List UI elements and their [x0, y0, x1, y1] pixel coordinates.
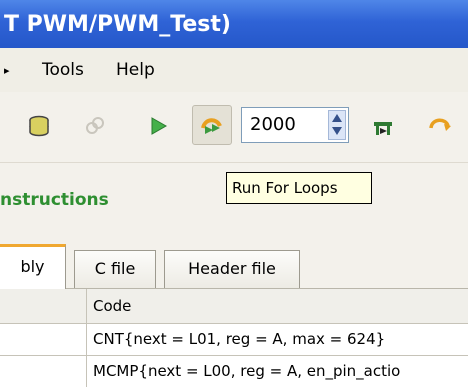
run-for-loops-icon [201, 118, 222, 134]
loop-count-value[interactable]: 2000 [250, 114, 296, 135]
tab-assembly[interactable]: bly [0, 244, 66, 289]
window-title: T PWM/PWM_Test) [4, 11, 231, 37]
tab-bar: bly C file Header file [0, 240, 468, 289]
menu-help[interactable]: Help [116, 60, 155, 80]
menu-tools[interactable]: Tools [42, 60, 84, 80]
code-cell: MCMP{next = L00, reg = A, en_pin_actio [93, 362, 401, 380]
run-icon[interactable] [146, 114, 170, 138]
code-table: Code CNT{next = L01, reg = A, max = 624}… [0, 289, 468, 387]
spin-up-icon[interactable] [332, 114, 342, 122]
menu-bar: ▸ Tools Help [0, 48, 468, 93]
column-divider [86, 289, 87, 387]
tab-label: bly [20, 257, 45, 276]
tooltip: Run For Loops [226, 172, 372, 204]
tab-label: C file [94, 259, 136, 278]
toolbar [0, 92, 468, 163]
table-row[interactable]: MCMP{next = L00, reg = A, en_pin_actio [0, 356, 468, 387]
menu-fragment[interactable]: ▸ [4, 64, 10, 77]
database-icon[interactable] [27, 114, 51, 138]
step-over-icon[interactable] [428, 114, 452, 138]
code-cell: CNT{next = L01, reg = A, max = 624} [93, 330, 386, 348]
title-bar: T PWM/PWM_Test) [0, 0, 468, 48]
section-title: nstructions [0, 190, 109, 210]
breakpoint-icon[interactable] [371, 114, 395, 138]
column-header-code[interactable]: Code [93, 297, 131, 315]
chain-icon[interactable] [83, 114, 107, 138]
loop-count-spinner[interactable]: 2000 [241, 107, 349, 143]
spinner-buttons[interactable] [328, 110, 346, 140]
run-for-loops-button[interactable] [192, 105, 232, 145]
tab-c-file[interactable]: C file [74, 250, 156, 288]
tooltip-text: Run For Loops [232, 179, 338, 197]
table-row[interactable]: CNT{next = L01, reg = A, max = 624} [0, 324, 468, 356]
table-header: Code [0, 289, 468, 324]
tab-label: Header file [188, 259, 276, 278]
spin-down-icon[interactable] [332, 127, 342, 135]
tab-header-file[interactable]: Header file [164, 250, 300, 288]
